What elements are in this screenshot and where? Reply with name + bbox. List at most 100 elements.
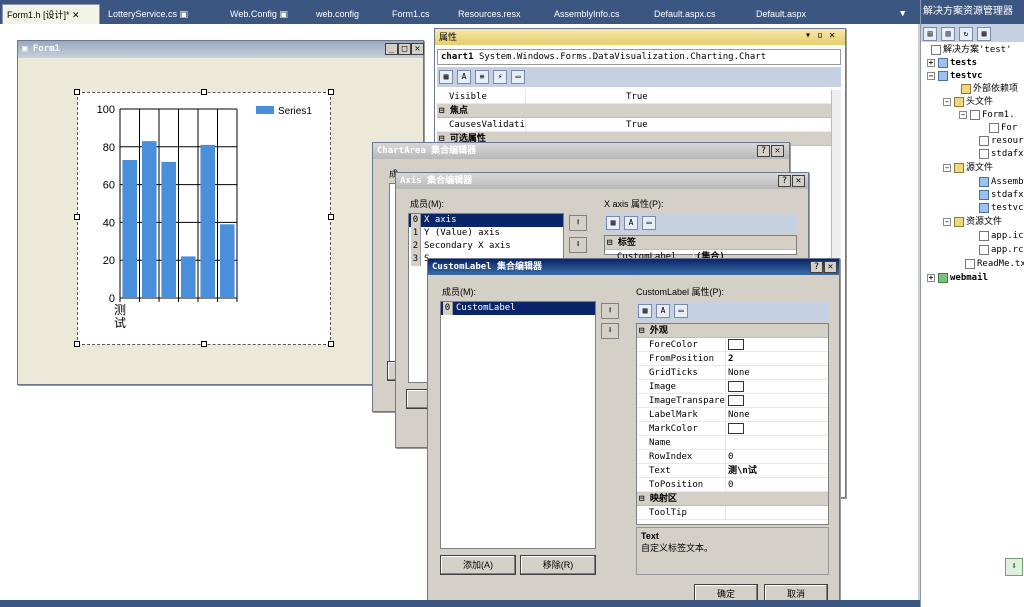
- tree-item[interactable]: stdafx: [979, 148, 1024, 162]
- property-value[interactable]: [726, 436, 828, 449]
- resize-handle[interactable]: [74, 214, 80, 220]
- property-row[interactable]: LabelMark None: [637, 408, 828, 422]
- axis-props-grid[interactable]: ⊟ 标签 CustomLabel (集合): [604, 235, 797, 264]
- categorized-icon[interactable]: ▦: [606, 216, 620, 230]
- properties-grid[interactable]: VisibleTrue ⊟ 焦点 CausesValidationTrue ⊟ …: [437, 90, 831, 146]
- move-up-icon[interactable]: ⬆: [601, 303, 619, 319]
- events-icon[interactable]: ⚡: [493, 70, 507, 84]
- show-all-icon[interactable]: ▥: [941, 27, 955, 41]
- collapse-icon[interactable]: −: [927, 71, 935, 80]
- property-value[interactable]: [726, 506, 828, 519]
- tab-default-aspx-cs[interactable]: Default.aspx.cs: [650, 4, 720, 24]
- properties-icon[interactable]: ≡: [475, 70, 489, 84]
- resize-handle[interactable]: [328, 214, 334, 220]
- tree-item[interactable]: For: [989, 122, 1017, 136]
- tree-item[interactable]: resour: [979, 135, 1024, 149]
- help-icon[interactable]: ?: [810, 261, 823, 273]
- tree-item[interactable]: + tests: [927, 57, 977, 71]
- close-icon[interactable]: ✕: [792, 175, 805, 187]
- tree-item[interactable]: app.rc: [979, 244, 1024, 258]
- move-up-icon[interactable]: ⬆: [569, 215, 587, 231]
- tab-lotteryservice[interactable]: LotteryService.cs ▣: [104, 4, 192, 24]
- categorized-icon[interactable]: ▦: [638, 304, 652, 318]
- property-value[interactable]: 2: [726, 352, 828, 365]
- property-category[interactable]: ⊟ 焦点: [437, 104, 831, 118]
- collapse-icon[interactable]: −: [943, 217, 951, 226]
- tree-item[interactable]: 解决方案'test': [931, 44, 1012, 58]
- property-value[interactable]: 测\n试: [726, 464, 828, 477]
- list-item[interactable]: 1Y (Value) axis: [409, 227, 563, 240]
- expand-icon[interactable]: +: [927, 58, 935, 67]
- tab-form1-cs[interactable]: Form1.cs: [388, 4, 434, 24]
- tree-item[interactable]: 外部依赖项: [961, 83, 1018, 97]
- form1-titlebar[interactable]: ▣ Form1: [18, 41, 423, 57]
- list-item[interactable]: 0 CustomLabel: [441, 302, 595, 315]
- tree-item[interactable]: − 源文件: [943, 162, 993, 176]
- resize-handle[interactable]: [328, 89, 334, 95]
- property-row[interactable]: ImageTransparen: [637, 394, 828, 408]
- help-icon[interactable]: ?: [757, 145, 770, 157]
- property-value[interactable]: None: [726, 408, 828, 421]
- pages-icon[interactable]: ▭: [674, 304, 688, 318]
- customlabel-props-grid[interactable]: ⊟ 外观 ForeColor FromPosition 2 GridTicks No…: [636, 323, 829, 525]
- alphabetical-icon[interactable]: A: [656, 304, 670, 318]
- tree-item[interactable]: + webmail: [927, 272, 988, 286]
- color-swatch[interactable]: [728, 423, 744, 434]
- download-icon[interactable]: ⬇: [1005, 558, 1023, 576]
- tab-web-config-upper[interactable]: Web.Config ▣: [226, 4, 292, 24]
- tree-item[interactable]: − Form1.: [959, 109, 1015, 123]
- resize-handle[interactable]: [328, 341, 334, 347]
- property-category[interactable]: ⊟ 标签: [605, 236, 796, 250]
- resize-handle[interactable]: [201, 89, 207, 95]
- pages-icon[interactable]: ▭: [511, 70, 525, 84]
- move-down-icon[interactable]: ⬇: [601, 323, 619, 339]
- collapse-icon[interactable]: −: [943, 163, 951, 172]
- close-icon[interactable]: ✕: [824, 261, 837, 273]
- tree-item[interactable]: − 资源文件: [943, 216, 1002, 230]
- tab-form1-design[interactable]: Form1.h [设计]* ✕: [2, 4, 100, 24]
- tree-item[interactable]: − testvc: [927, 70, 983, 84]
- refresh-icon[interactable]: ↻: [959, 27, 973, 41]
- tree-item[interactable]: testvc: [979, 202, 1024, 216]
- property-row[interactable]: Visible True: [437, 90, 831, 104]
- color-swatch[interactable]: [728, 395, 744, 406]
- property-row[interactable]: MarkColor: [637, 422, 828, 436]
- tree-item[interactable]: app.ic: [979, 230, 1024, 244]
- close-icon[interactable]: ✕: [72, 10, 80, 20]
- properties-icon[interactable]: ▤: [923, 27, 937, 41]
- remove-button[interactable]: 移除(R): [520, 555, 596, 575]
- object-selector[interactable]: chart1 System.Windows.Forms.DataVisualiz…: [437, 49, 841, 65]
- alphabetical-icon[interactable]: A: [457, 70, 471, 84]
- maximize-icon[interactable]: □: [398, 43, 411, 55]
- property-row[interactable]: Image: [637, 380, 828, 394]
- property-category[interactable]: ⊟ 外观: [637, 324, 828, 338]
- property-category[interactable]: ⊟ 映射区: [637, 492, 828, 506]
- chart-control[interactable]: 0 20 40 60 80 100 测试 Series1: [77, 92, 331, 345]
- property-row[interactable]: Name: [637, 436, 828, 450]
- minimize-icon[interactable]: _: [385, 43, 398, 55]
- property-row[interactable]: ToPosition 0: [637, 478, 828, 492]
- tree-item[interactable]: Assemb: [979, 176, 1024, 190]
- customlabel-members-list[interactable]: 0 CustomLabel: [440, 301, 596, 549]
- resize-handle[interactable]: [201, 341, 207, 347]
- resize-handle[interactable]: [74, 341, 80, 347]
- property-row[interactable]: GridTicks None: [637, 366, 828, 380]
- property-row[interactable]: FromPosition 2: [637, 352, 828, 366]
- property-value[interactable]: 0: [726, 478, 828, 491]
- categorized-icon[interactable]: ▦: [439, 70, 453, 84]
- close-icon[interactable]: ✕: [411, 43, 424, 55]
- property-row[interactable]: CausesValidation True: [437, 118, 831, 132]
- property-row[interactable]: ToolTip: [637, 506, 828, 520]
- customlabel-editor[interactable]: CustomLabel 集合编辑器 ? ✕ 成员(M): CustomLabel…: [427, 258, 840, 607]
- tab-web-config-lower[interactable]: web.config: [312, 4, 363, 24]
- collapse-icon[interactable]: −: [959, 110, 967, 119]
- image-swatch[interactable]: [728, 381, 744, 392]
- close-icon[interactable]: ✕: [771, 145, 784, 157]
- tab-dropdown-icon[interactable]: ▼: [896, 4, 909, 24]
- color-swatch[interactable]: [728, 339, 744, 350]
- pin-icon[interactable]: ▾ ▫ ✕: [805, 30, 835, 41]
- help-icon[interactable]: ?: [778, 175, 791, 187]
- move-down-icon[interactable]: ⬇: [569, 237, 587, 253]
- list-item[interactable]: 0X axis: [409, 214, 563, 227]
- property-value[interactable]: 0: [726, 450, 828, 463]
